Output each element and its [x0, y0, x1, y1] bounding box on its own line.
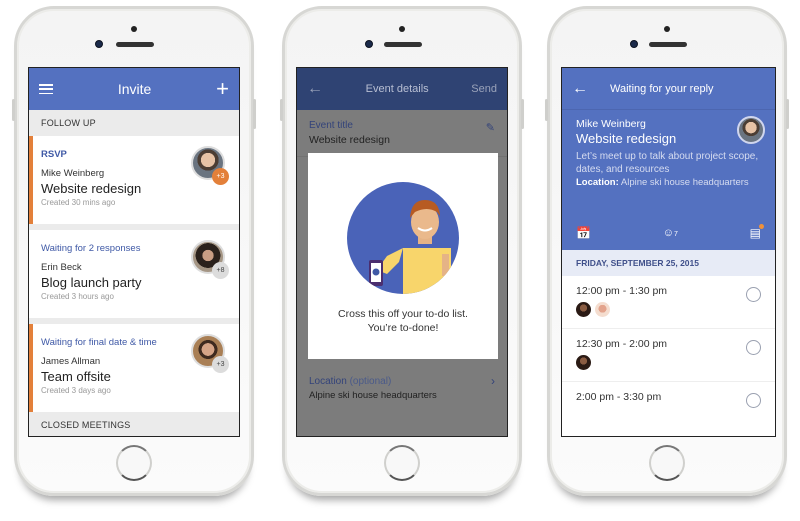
action-row: 📅 ☺7 ▤: [576, 224, 765, 240]
slot-time: 12:00 pm - 1:30 pm: [576, 285, 668, 297]
voter-avatar: [576, 302, 591, 317]
invite-card[interactable]: Waiting for 2 responses Erin Beck Blog l…: [29, 230, 239, 318]
location-value: Alpine ski house headquarters: [620, 177, 749, 188]
meeting-description: Let’s meet up to talk about project scop…: [576, 151, 759, 175]
front-camera: [95, 40, 103, 48]
phone-invite: Invite + FOLLOW UP RSVP Mike Weinberg We…: [12, 6, 256, 496]
screen: ← Event details Send Event title Website…: [296, 67, 508, 437]
organizer-name: Mike Weinberg: [576, 118, 646, 130]
event-title-field[interactable]: Event title Website redesign: [297, 110, 507, 157]
invite-card[interactable]: Waiting for final date & time James Allm…: [29, 324, 239, 412]
slot-time: 2:00 pm - 3:30 pm: [576, 391, 662, 403]
person-illustration: [347, 182, 459, 294]
organizer-avatar: [737, 116, 765, 144]
meeting-location: Location: Alpine ski house headquarters: [576, 177, 763, 188]
person-icon: ☺: [662, 227, 674, 239]
meeting-summary: Mike Weinberg Website redesign Let’s mee…: [562, 110, 775, 250]
hamburger-icon[interactable]: [39, 84, 53, 94]
page-title: Waiting for your reply: [610, 82, 714, 95]
chevron-right-icon[interactable]: ›: [491, 374, 495, 388]
voter-avatar: [595, 302, 610, 317]
invite-card[interactable]: RSVP Mike Weinberg Website redesign Crea…: [29, 136, 239, 224]
time-slot[interactable]: 2:00 pm - 3:30 pm: [562, 382, 775, 435]
arrow-left-icon[interactable]: ←: [307, 80, 323, 98]
time-slot[interactable]: 12:30 pm - 2:00 pm: [562, 329, 775, 382]
location-value: Alpine ski house headquarters: [309, 390, 437, 401]
phone-waiting-reply: ← Waiting for your reply Mike Weinberg W…: [545, 6, 789, 496]
slot-time: 12:30 pm - 2:00 pm: [576, 338, 668, 350]
attendees-button[interactable]: ☺7: [663, 227, 678, 239]
slot-radio[interactable]: [746, 340, 761, 355]
slot-voters: [576, 355, 761, 370]
section-header-closed-meetings: CLOSED MEETINGS: [29, 412, 239, 436]
slot-voters: [576, 302, 761, 317]
volume-button: [545, 99, 548, 121]
power-button: [253, 99, 256, 129]
event-title-label: Event title: [309, 120, 353, 131]
calendar-icon[interactable]: 📅: [576, 226, 591, 240]
front-sensor: [131, 26, 137, 32]
send-button[interactable]: Send: [471, 83, 497, 95]
screen: Invite + FOLLOW UP RSVP Mike Weinberg We…: [28, 67, 240, 437]
power-button: [521, 99, 524, 129]
location-label-text: Location: [309, 376, 347, 387]
modal-line-2: You’re to-done!: [367, 321, 439, 334]
slot-radio[interactable]: [746, 393, 761, 408]
volume-button: [280, 99, 283, 121]
person-with-phone-illustration: [369, 200, 451, 294]
phone-event-details: ← Event details Send Event title Website…: [280, 6, 524, 496]
location-label: Location (optional): [309, 376, 495, 387]
card-created: Created 30 mins ago: [41, 198, 116, 207]
event-title-value: Website redesign: [309, 134, 390, 146]
arrow-left-icon[interactable]: ←: [572, 80, 588, 98]
app-bar: Invite +: [29, 68, 239, 110]
app-bar: ← Waiting for your reply: [562, 68, 775, 110]
chat-icon[interactable]: ▤: [750, 224, 765, 240]
voter-avatar: [576, 355, 591, 370]
home-button[interactable]: [116, 445, 152, 481]
home-button[interactable]: [649, 445, 685, 481]
attendee-count: 7: [673, 231, 678, 238]
meeting-title: Website redesign: [576, 131, 677, 146]
earpiece: [649, 42, 687, 47]
success-modal: Cross this off your to-do list. You’re t…: [308, 153, 498, 359]
card-meeting-title: Website redesign: [41, 181, 142, 196]
section-header-follow-up: FOLLOW UP: [29, 110, 239, 136]
page-title: Event details: [365, 83, 429, 95]
modal-line-1: Cross this off your to-do list.: [338, 308, 468, 320]
app-bar: ← Event details Send: [297, 68, 507, 110]
card-created: Created 3 days ago: [41, 386, 111, 395]
card-meeting-title: Blog launch party: [41, 275, 142, 290]
earpiece: [116, 42, 154, 47]
card-meeting-title: Team offsite: [41, 369, 111, 384]
front-camera: [365, 40, 373, 48]
earpiece: [384, 42, 422, 47]
page-title: Invite: [117, 81, 152, 97]
time-slot[interactable]: 12:00 pm - 1:30 pm: [562, 276, 775, 329]
screen: ← Waiting for your reply Mike Weinberg W…: [561, 67, 776, 437]
location-field[interactable]: Location (optional) Alpine ski house hea…: [297, 366, 507, 411]
attendee-count-badge: +3: [212, 168, 229, 185]
pencil-icon[interactable]: ✎: [486, 121, 495, 134]
stage: Invite + FOLLOW UP RSVP Mike Weinberg We…: [0, 0, 800, 521]
front-camera: [630, 40, 638, 48]
attendee-count-badge: +8: [212, 262, 229, 279]
location-label: Location:: [576, 177, 619, 188]
plus-icon[interactable]: +: [216, 78, 229, 100]
power-button: [786, 99, 789, 129]
front-sensor: [664, 26, 670, 32]
date-header: FRIDAY, SEPTEMBER 25, 2015: [562, 250, 775, 276]
volume-button: [12, 99, 15, 121]
location-optional-text: (optional): [349, 376, 392, 387]
modal-message: Cross this off your to-do list. You’re t…: [338, 308, 468, 335]
card-created: Created 3 hours ago: [41, 292, 114, 301]
attendee-count-badge: +3: [212, 356, 229, 373]
home-button[interactable]: [384, 445, 420, 481]
front-sensor: [399, 26, 405, 32]
slot-radio[interactable]: [746, 287, 761, 302]
